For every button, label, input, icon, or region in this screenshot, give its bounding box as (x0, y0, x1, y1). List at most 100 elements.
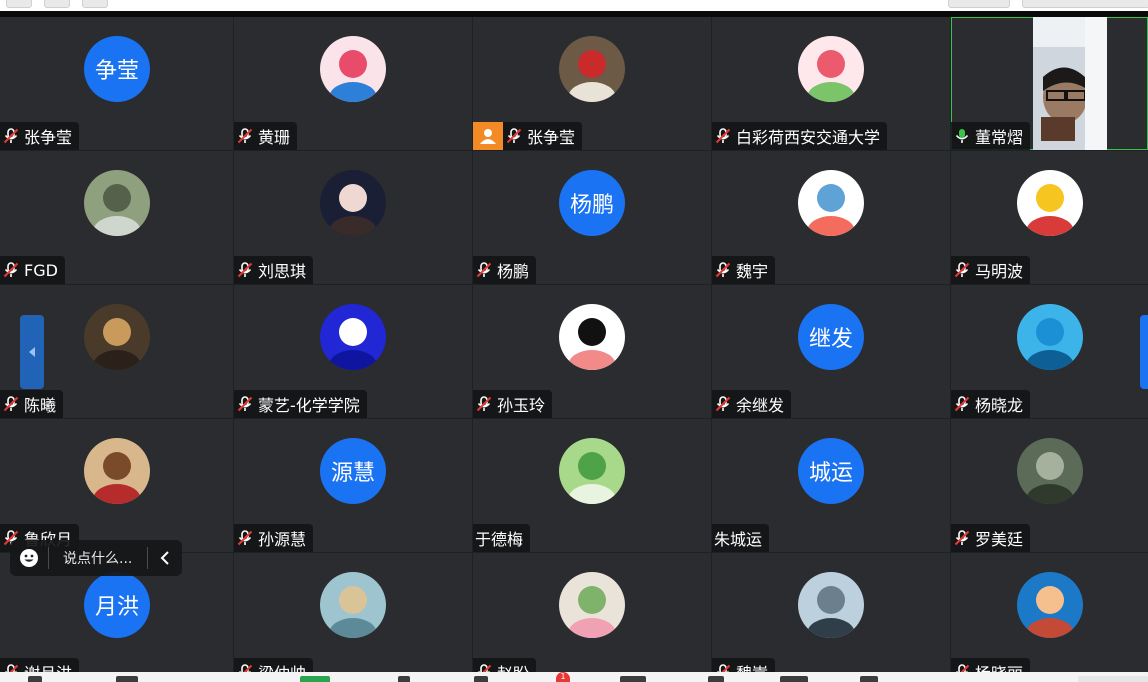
avatar-text: 杨鹏 (569, 193, 614, 218)
mic-muted-icon[interactable] (2, 127, 20, 145)
toolbar-button[interactable] (1022, 0, 1148, 8)
participant-name: 于德梅 (475, 530, 524, 549)
toolbar-button[interactable] (948, 0, 1010, 8)
apps-button[interactable] (708, 676, 724, 682)
mic-muted-icon[interactable] (236, 529, 254, 547)
participant-name: 蒙艺-化学学院 (258, 396, 360, 415)
participant-tile[interactable]: 杨晓丽 (951, 553, 1148, 682)
mic-muted-icon[interactable] (714, 127, 732, 145)
leave-button[interactable] (1078, 676, 1148, 682)
participant-name-tag: 孙源慧 (234, 524, 314, 552)
participant-tile[interactable]: 继发 余继发 (712, 285, 950, 418)
participant-tile[interactable]: 鲁欣月 (0, 419, 233, 552)
participant-tile[interactable]: 黄珊 (234, 17, 472, 150)
girl-hat-icon (559, 572, 625, 638)
participant-name: 罗美廷 (975, 530, 1024, 549)
mic-muted-icon[interactable] (475, 261, 493, 279)
avatar-text: 月洪 (94, 595, 139, 620)
members-button[interactable] (398, 676, 410, 682)
mic-muted-icon[interactable] (2, 261, 20, 279)
participant-name: 朱城运 (714, 530, 763, 549)
participant-name-tag: 魏宇 (712, 256, 776, 284)
mic-muted-icon[interactable] (714, 261, 732, 279)
participant-tile[interactable]: 罗美廷 (951, 419, 1148, 552)
participant-tile[interactable]: 杨鹏 杨鹏 (473, 151, 711, 284)
layout-button[interactable] (780, 676, 808, 682)
participant-tile[interactable]: 董常熠 (951, 17, 1148, 150)
avatar-initials: 月洪 (84, 572, 150, 638)
participant-tile[interactable]: FGD (0, 151, 233, 284)
participant-tile[interactable]: 梁仲帅 (234, 553, 472, 682)
host-user-icon (473, 122, 503, 150)
participant-tile[interactable]: 杨晓龙 (951, 285, 1148, 418)
camera-button[interactable] (116, 676, 138, 682)
participant-tile[interactable]: 魏宇 (712, 151, 950, 284)
emoji-button[interactable] (10, 547, 49, 569)
next-page-button[interactable] (1140, 315, 1148, 389)
more-button[interactable] (860, 676, 878, 682)
participant-tile[interactable]: 刘思琪 (234, 151, 472, 284)
toolbar-button[interactable] (82, 0, 108, 8)
participant-name: 白彩荷西安交通大学 (736, 128, 881, 147)
participant-tile[interactable]: 争莹 张争莹 (0, 17, 233, 150)
mic-active-icon[interactable] (953, 127, 971, 145)
mic-muted-icon[interactable] (236, 127, 254, 145)
participant-tile[interactable]: 马明波 (951, 151, 1148, 284)
mic-muted-icon[interactable] (236, 395, 254, 413)
garden-photo-icon (1017, 438, 1083, 504)
girl-portrait-icon (320, 170, 386, 236)
lake-photo-icon (798, 572, 864, 638)
participant-tile[interactable]: 魏嵩 (712, 553, 950, 682)
toolbar-button[interactable] (6, 0, 32, 8)
mic-muted-icon[interactable] (2, 395, 20, 413)
notification-badge: 1 (556, 672, 570, 682)
mic-muted-icon[interactable] (236, 261, 254, 279)
chat-input-bar[interactable]: 说点什么... (10, 540, 182, 576)
collapse-chat-button[interactable] (147, 547, 182, 569)
participant-name: 马明波 (975, 262, 1024, 281)
chevron-left-icon (29, 347, 35, 357)
participant-name-tag: 于德梅 (473, 524, 531, 552)
cartoon-boy-icon (1017, 572, 1083, 638)
mic-muted-icon[interactable] (953, 395, 971, 413)
avatar-text: 继发 (808, 327, 853, 352)
panda-cartoon-icon (798, 170, 864, 236)
participant-tile[interactable]: 城运朱城运 (712, 419, 950, 552)
mic-muted-icon[interactable] (714, 395, 732, 413)
participant-name: 孙源慧 (258, 530, 307, 549)
blue-sketch-icon (320, 304, 386, 370)
record-button[interactable] (474, 676, 488, 682)
mic-muted-icon[interactable] (475, 395, 493, 413)
participant-name: 董常熠 (975, 128, 1024, 147)
participant-name-tag: 杨晓龙 (951, 390, 1031, 418)
participant-name-tag: 杨鹏 (473, 256, 537, 284)
participant-tile[interactable]: 源慧 孙源慧 (234, 419, 472, 552)
participant-tile[interactable]: 孙玉玲 (473, 285, 711, 418)
share-button[interactable] (300, 676, 330, 682)
participant-name-tag: 陈曦 (0, 390, 64, 418)
toolbar-button[interactable] (44, 0, 70, 8)
participant-name-tag: FGD (0, 256, 65, 284)
cartoon-girl-icon (559, 304, 625, 370)
participant-tile[interactable]: 于德梅 (473, 419, 711, 552)
participant-tile[interactable]: 张争莹 (473, 17, 711, 150)
chat-placeholder[interactable]: 说点什么... (49, 548, 147, 568)
participant-name: 张争莹 (527, 128, 576, 147)
mic-muted-icon[interactable] (953, 529, 971, 547)
participant-name-tag: 黄珊 (234, 122, 298, 150)
mic-muted-icon[interactable] (953, 261, 971, 279)
settings-button[interactable] (620, 676, 646, 682)
participant-name-tag: 马明波 (951, 256, 1031, 284)
avatar-text: 城运 (808, 461, 853, 486)
mic-button[interactable] (28, 676, 42, 682)
participant-tile[interactable]: 白彩荷西安交通大学 (712, 17, 950, 150)
participant-tile[interactable]: 蒙艺-化学学院 (234, 285, 472, 418)
hermione-icon (84, 438, 150, 504)
prev-page-button[interactable] (20, 315, 44, 389)
participant-name-tag: 张争莹 (0, 122, 80, 150)
participant-name-tag: 董常熠 (951, 122, 1031, 150)
avatar-initials: 争莹 (84, 36, 150, 102)
mic-muted-icon[interactable] (505, 127, 523, 145)
sky-lamp-icon (1017, 304, 1083, 370)
participant-tile[interactable]: 赵盼 (473, 553, 711, 682)
